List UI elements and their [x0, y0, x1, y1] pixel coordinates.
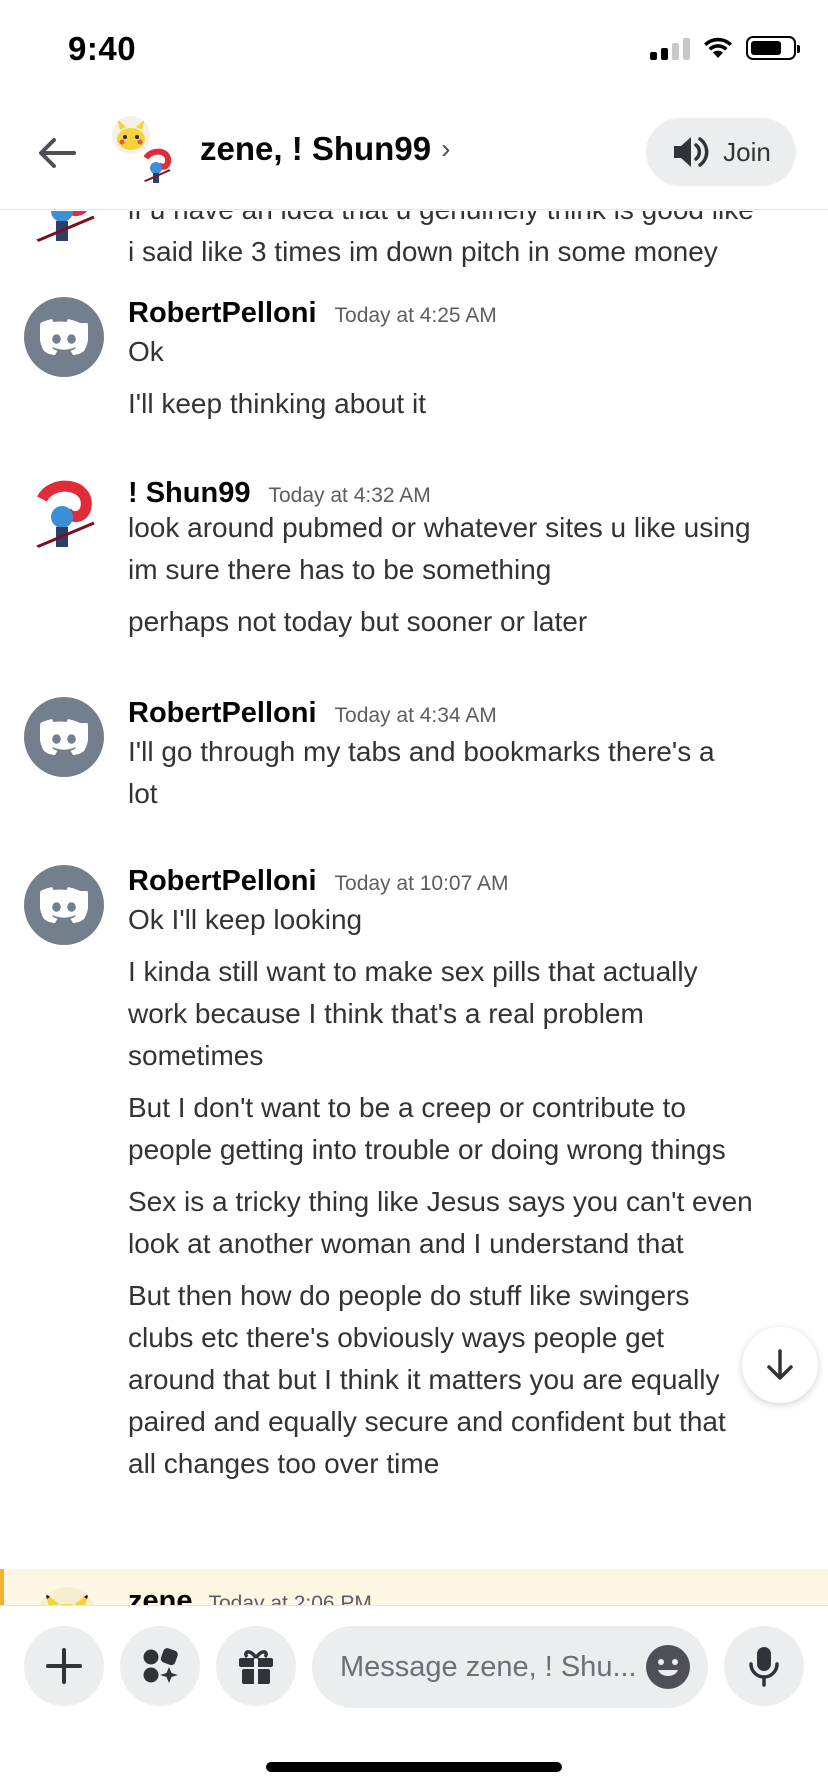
join-voice-button[interactable]: Join [646, 118, 796, 186]
message-line: But I don't want to be a creep or contri… [128, 1092, 686, 1123]
message-line: Sex is a tricky thing like Jesus says yo… [128, 1186, 753, 1217]
group-avatar[interactable] [110, 116, 178, 188]
message-line: people getting into trouble or doing wro… [128, 1134, 726, 1165]
username[interactable]: zene [128, 1585, 192, 1605]
cellular-signal-icon [650, 36, 690, 60]
back-arrow-icon [39, 138, 76, 168]
message-input-container[interactable] [312, 1626, 708, 1708]
message-line: around that but I think it matters you a… [128, 1364, 720, 1395]
username[interactable]: RobertPelloni [128, 697, 317, 730]
plus-icon [46, 1648, 82, 1684]
status-time: 9:40 [68, 30, 137, 67]
username[interactable]: RobertPelloni [128, 297, 317, 330]
message-input[interactable] [340, 1626, 640, 1708]
username[interactable]: RobertPelloni [128, 865, 317, 898]
home-indicator [266, 1762, 562, 1772]
status-bar: 9:40 [0, 0, 828, 100]
timestamp: Today at 4:25 AM [334, 304, 497, 327]
discord-logo-icon [40, 319, 88, 355]
message-line: I kinda still want to make sex pills tha… [128, 956, 698, 987]
timestamp: Today at 4:32 AM [268, 484, 431, 507]
message-line: i said like 3 times im down pitch in som… [128, 236, 718, 267]
message-line: look at another woman and I understand t… [128, 1228, 684, 1259]
message-line: work because I think that's a real probl… [128, 998, 644, 1029]
robert-avatar[interactable] [24, 697, 104, 777]
robert-avatar[interactable] [24, 865, 104, 945]
message-header: zene Today at 2:06 PM [128, 1585, 372, 1605]
speaker-icon [674, 137, 709, 167]
message-header: RobertPelloni Today at 10:07 AM [128, 865, 508, 898]
message-line: I'll go through my tabs and bookmarks th… [128, 736, 715, 767]
apps-icon [143, 1648, 178, 1683]
arrow-down-icon [767, 1349, 793, 1380]
gift-button[interactable] [216, 1626, 296, 1706]
battery-icon [746, 36, 800, 60]
discord-logo-icon [40, 719, 88, 755]
apps-button[interactable] [120, 1626, 200, 1706]
wifi-icon [704, 37, 732, 58]
message-line: im sure there has to be something [128, 554, 552, 585]
message-line: But then how do people do stuff like swi… [128, 1280, 690, 1311]
join-label: Join [723, 136, 771, 167]
message-line: look around pubmed or whatever sites u l… [128, 512, 751, 543]
message-line: Ok I'll keep looking [128, 904, 363, 935]
jump-to-bottom-button[interactable] [726, 1327, 828, 1403]
back-button[interactable] [34, 130, 80, 176]
channel-header: zene, ! Shun99 › Join [0, 100, 828, 210]
timestamp: Today at 2:06 PM [208, 1592, 372, 1605]
message-header: ! Shun99 Today at 4:32 AM [128, 477, 431, 510]
message-line: Ok [128, 336, 164, 367]
add-attachment-button[interactable] [24, 1626, 104, 1706]
highlighted-message: zene Today at 2:06 PM [0, 1569, 828, 1605]
status-icons [650, 36, 800, 60]
message-line: all changes too over time [128, 1448, 440, 1479]
message-line: clubs etc there's obviously ways people … [128, 1322, 665, 1353]
discord-logo-icon [40, 887, 88, 923]
shun-avatar-small [136, 146, 178, 188]
emoji-icon [647, 1646, 689, 1688]
microphone-icon [749, 1647, 779, 1687]
message-line: paired and equally secure and confident … [128, 1406, 726, 1437]
gift-icon [239, 1650, 273, 1684]
message-line: sometimes [128, 1040, 264, 1071]
shun-avatar[interactable] [24, 211, 104, 251]
voice-message-button[interactable] [724, 1626, 804, 1706]
channel-title[interactable]: zene, ! Shun99 › [200, 130, 450, 168]
timestamp: Today at 4:34 AM [334, 704, 497, 727]
message-header: RobertPelloni Today at 4:34 AM [128, 697, 497, 730]
zene-avatar-small [112, 116, 150, 154]
message-line: lot [128, 778, 158, 809]
message-list[interactable]: if u have an idea that u genuinely think… [0, 211, 828, 1605]
zene-avatar[interactable] [38, 1587, 96, 1605]
message-line: perhaps not today but sooner or later [128, 606, 588, 637]
timestamp: Today at 10:07 AM [334, 872, 509, 895]
message-header: RobertPelloni Today at 4:25 AM [128, 297, 497, 330]
channel-name: zene, ! Shun99 [200, 130, 432, 167]
username[interactable]: ! Shun99 [128, 477, 250, 510]
shun-avatar[interactable] [24, 477, 104, 557]
emoji-button[interactable] [646, 1645, 690, 1689]
message-line: I'll keep thinking about it [128, 388, 426, 419]
message-line: if u have an idea that u genuinely think… [128, 211, 808, 231]
robert-avatar[interactable] [24, 297, 104, 377]
chevron-right-icon: › [441, 133, 451, 164]
